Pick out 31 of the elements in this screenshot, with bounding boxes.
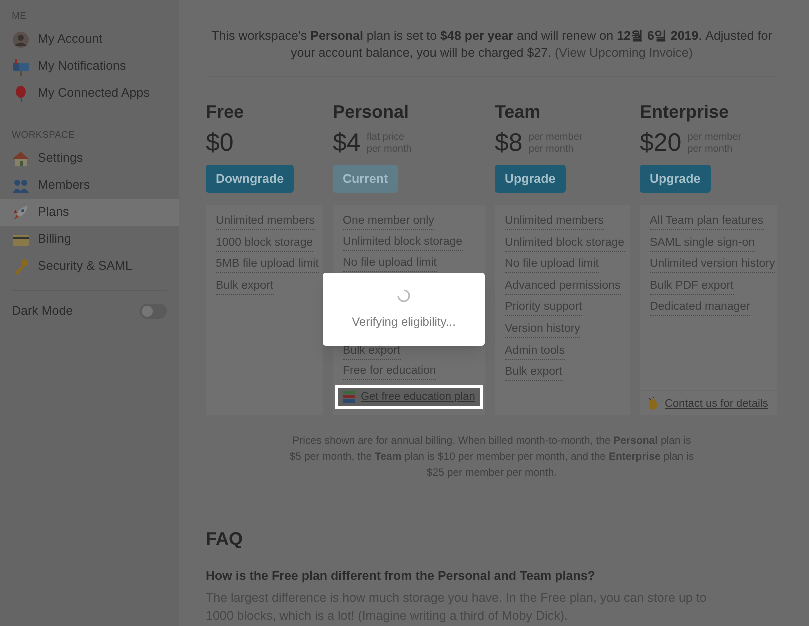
sidebar-item[interactable]: Security & SAML <box>0 253 179 280</box>
plan-button[interactable]: Upgrade <box>495 165 566 193</box>
plan-name: Personal <box>333 101 410 123</box>
mailbox-icon <box>12 58 30 76</box>
plan-name: Enterprise <box>640 101 730 123</box>
sidebar-item[interactable]: My Notifications <box>0 53 179 80</box>
spinner-icon <box>397 288 411 302</box>
faq-title: FAQ <box>206 528 244 551</box>
plan-price: $8 <box>495 128 523 160</box>
dark-mode-label: Dark Mode <box>12 303 74 320</box>
faq-question: How is the Free plan different from the Personal and Team plans? <box>206 568 596 585</box>
sidebar-item[interactable]: My Connected Apps <box>0 80 179 107</box>
books-icon <box>342 390 356 404</box>
sidebar-item[interactable]: Settings <box>0 145 179 172</box>
sidebar-item[interactable]: Billing <box>0 226 179 253</box>
plan-price: $20 <box>640 128 682 160</box>
sidebar-item[interactable]: My Account <box>0 26 179 53</box>
plan-button[interactable]: Upgrade <box>640 165 711 193</box>
plan-button[interactable]: Downgrade <box>206 165 294 193</box>
dialog-message: Verifying eligibility... <box>352 314 456 330</box>
plan-price: $4 <box>333 128 361 160</box>
rocket-icon <box>12 204 30 222</box>
sidebar-item[interactable]: Plans <box>0 199 179 226</box>
footer-link[interactable]: Contact us for details <box>646 397 771 411</box>
house-icon <box>12 150 30 168</box>
dark-mode-toggle[interactable] <box>140 304 167 319</box>
sidebar-item[interactable]: Members <box>0 172 179 199</box>
avatar-icon <box>12 30 30 48</box>
plan-name: Team <box>495 101 542 123</box>
plan-name: Free <box>206 101 246 123</box>
plan-price: $0 <box>206 128 234 160</box>
